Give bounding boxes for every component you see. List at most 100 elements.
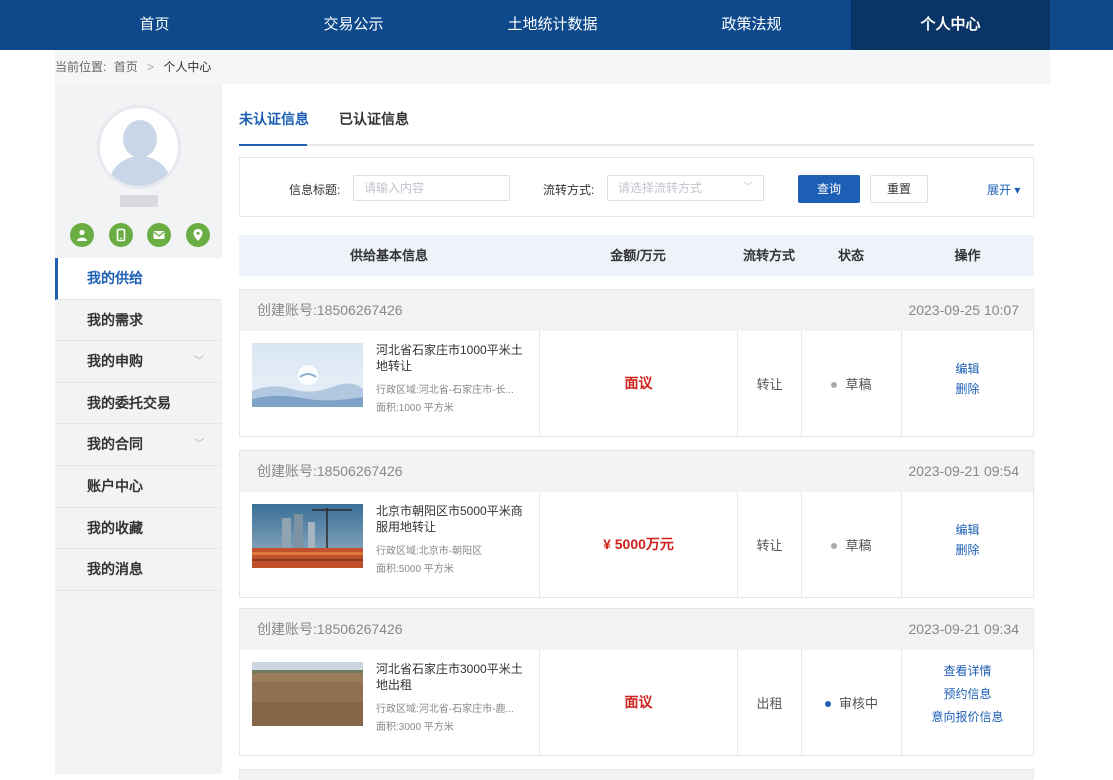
phone-verify-icon[interactable] xyxy=(108,223,133,247)
quote-info-button[interactable]: 意向报价信息 xyxy=(902,706,1033,729)
listing-title[interactable]: 河北省石家庄市1000平米土地转让 xyxy=(376,342,526,374)
reset-button[interactable]: 重置 xyxy=(870,175,928,203)
sidebar-item-my-contract[interactable]: 我的合同 ﹀ xyxy=(55,424,222,466)
main-content: 未认证信息 已认证信息 信息标题: 请输入内容 流转方式: 请选择流转方式 ﹀ … xyxy=(222,84,1050,780)
row-body: 河北省石家庄市1000平米土地转让 行政区域:河北省-石家庄市-长... 面积:… xyxy=(240,331,1033,436)
email-verify-icon[interactable] xyxy=(147,223,172,247)
chevron-down-icon: ﹀ xyxy=(194,356,204,368)
row-action-cell: 查看详情 预约信息 意向报价信息 xyxy=(902,650,1033,755)
header-status: 状态 xyxy=(837,248,864,263)
table-row: 创建账号:18506267426 2023-09-21 09:34 河北省石家庄… xyxy=(239,608,1034,756)
header-mode: 流转方式 xyxy=(742,248,795,263)
listing-mode: 转让 xyxy=(756,377,783,392)
chevron-down-icon: ﹀ xyxy=(743,182,753,193)
row-amount-cell: ¥ 5000万元 xyxy=(540,492,738,597)
status-badge: 审核中 xyxy=(802,693,901,712)
listing-mode: 转让 xyxy=(756,538,783,553)
status-dot xyxy=(824,700,831,707)
appointment-info-button[interactable]: 预约信息 xyxy=(902,683,1033,706)
status-dot xyxy=(831,542,838,549)
mode-select-placeholder: 请选择流转方式 xyxy=(618,181,703,195)
status-text: 审核中 xyxy=(838,696,878,711)
info-tabs: 未认证信息 已认证信息 xyxy=(239,100,1034,146)
filter-panel: 信息标题: 请输入内容 流转方式: 请选择流转方式 ﹀ 查询 重置 展开 ▾ xyxy=(239,157,1034,217)
row-actions: 编辑 删除 xyxy=(902,520,1033,560)
sidebar-item-label: 我的需求 xyxy=(87,311,143,328)
breadcrumb-separator: > xyxy=(147,60,155,74)
mode-select[interactable]: 请选择流转方式 ﹀ xyxy=(607,175,764,201)
listing-thumbnail[interactable] xyxy=(252,504,363,568)
delete-button[interactable]: 删除 xyxy=(902,540,1033,560)
nav-item-home[interactable]: 首页 xyxy=(55,0,254,50)
row-body: 河北省石家庄市3000平米土地出租 行政区域:河北省-石家庄市-鹿... 面积:… xyxy=(240,650,1033,755)
listing-price: 面议 xyxy=(624,375,653,391)
edit-button[interactable]: 编辑 xyxy=(902,520,1033,540)
row-header: 创建账号:18506267426 2023-09-25 10:07 xyxy=(240,290,1033,331)
nav-item-trade-notice[interactable]: 交易公示 xyxy=(254,0,453,50)
sidebar: 我的供给 我的需求 我的申购 ﹀ 我的委托交易 我的合同 ﹀ 账户中心 我的收藏 我… xyxy=(55,84,222,774)
status-badge: 草稿 xyxy=(802,535,901,554)
row-header: 创建账号:18506267426 2023-09-21 09:34 xyxy=(240,609,1033,650)
sidebar-item-label: 我的消息 xyxy=(87,561,143,578)
table-row-partial xyxy=(239,769,1034,780)
row-account: 创建账号:18506267426 xyxy=(257,302,403,318)
row-mode-cell: 出租 xyxy=(738,650,802,755)
row-status-cell: 草稿 xyxy=(802,492,902,597)
status-badge: 草稿 xyxy=(802,374,901,393)
nav-item-policy[interactable]: 政策法规 xyxy=(652,0,851,50)
nav-bar: 首页 交易公示 土地统计数据 政策法规 个人中心 xyxy=(55,0,1050,50)
tab-active-indicator xyxy=(239,144,307,146)
listing-thumbnail[interactable] xyxy=(252,343,363,407)
delete-button[interactable]: 删除 xyxy=(902,379,1033,399)
view-details-button[interactable]: 查看详情 xyxy=(902,660,1033,683)
person-verify-icon[interactable] xyxy=(70,223,94,247)
listing-thumbnail[interactable] xyxy=(252,662,363,726)
tab-verified[interactable]: 已认证信息 xyxy=(339,109,409,129)
sidebar-menu: 我的供给 我的需求 我的申购 ﹀ 我的委托交易 我的合同 ﹀ 账户中心 我的收藏 我… xyxy=(55,258,222,591)
table-row: 创建账号:18506267426 2023-09-21 09:54 北京市朝阳区… xyxy=(239,450,1034,598)
breadcrumb: 当前位置: 首页 > 个人中心 xyxy=(55,50,1050,84)
listing-region: 行政区域:河北省-石家庄市-鹿... xyxy=(376,704,514,715)
row-actions: 查看详情 预约信息 意向报价信息 xyxy=(902,660,1033,729)
header-amount: 金额/万元 xyxy=(610,248,666,263)
row-time: 2023-09-25 10:07 xyxy=(908,302,1019,318)
sidebar-item-my-favorites[interactable]: 我的收藏 xyxy=(55,508,222,550)
row-action-cell: 编辑 删除 xyxy=(902,331,1033,436)
title-filter-label: 信息标题: xyxy=(289,183,341,197)
row-status-cell: 审核中 xyxy=(802,650,902,755)
row-actions: 编辑 删除 xyxy=(902,359,1033,399)
row-header: 创建账号:18506267426 2023-09-21 09:54 xyxy=(240,451,1033,492)
sidebar-item-account-center[interactable]: 账户中心 xyxy=(55,466,222,508)
row-amount-cell: 面议 xyxy=(540,650,738,755)
tab-unverified[interactable]: 未认证信息 xyxy=(239,109,309,129)
avatar[interactable] xyxy=(97,105,181,189)
title-search-input[interactable]: 请输入内容 xyxy=(353,175,510,201)
listing-title[interactable]: 河北省石家庄市3000平米土地出租 xyxy=(376,661,526,693)
header-info: 供给基本信息 xyxy=(349,248,428,263)
sidebar-item-label: 我的收藏 xyxy=(87,519,143,536)
sidebar-item-label: 我的申购 xyxy=(87,353,143,370)
sidebar-item-my-entrusted-trade[interactable]: 我的委托交易 xyxy=(55,383,222,425)
row-status-cell: 草稿 xyxy=(802,331,902,436)
sidebar-item-my-messages[interactable]: 我的消息 xyxy=(55,549,222,591)
edit-button[interactable]: 编辑 xyxy=(902,359,1033,379)
sidebar-item-my-demand[interactable]: 我的需求 xyxy=(55,300,222,342)
left-gutter xyxy=(0,84,55,774)
location-verify-icon[interactable] xyxy=(185,223,210,247)
listing-title[interactable]: 北京市朝阳区市5000平米商服用地转让 xyxy=(376,503,526,535)
breadcrumb-home[interactable]: 首页 xyxy=(114,50,138,84)
listing-price: ¥ 5000万元 xyxy=(603,536,674,552)
status-text: 草稿 xyxy=(845,538,872,553)
row-action-cell: 编辑 删除 xyxy=(902,492,1033,597)
nav-item-personal-center[interactable]: 个人中心 xyxy=(851,0,1050,50)
expand-toggle[interactable]: 展开 ▾ xyxy=(987,181,1020,198)
status-dot xyxy=(831,381,838,388)
sidebar-item-my-purchase[interactable]: 我的申购 ﹀ xyxy=(55,341,222,383)
username-blurred xyxy=(120,195,158,207)
listing-area: 面积:3000 平方米 xyxy=(376,722,454,733)
row-account: 创建账号:18506267426 xyxy=(257,463,403,479)
sidebar-item-my-supply[interactable]: 我的供给 xyxy=(55,258,222,300)
nav-item-land-stats[interactable]: 土地统计数据 xyxy=(453,0,652,50)
query-button[interactable]: 查询 xyxy=(798,175,860,203)
row-mode-cell: 转让 xyxy=(738,492,802,597)
